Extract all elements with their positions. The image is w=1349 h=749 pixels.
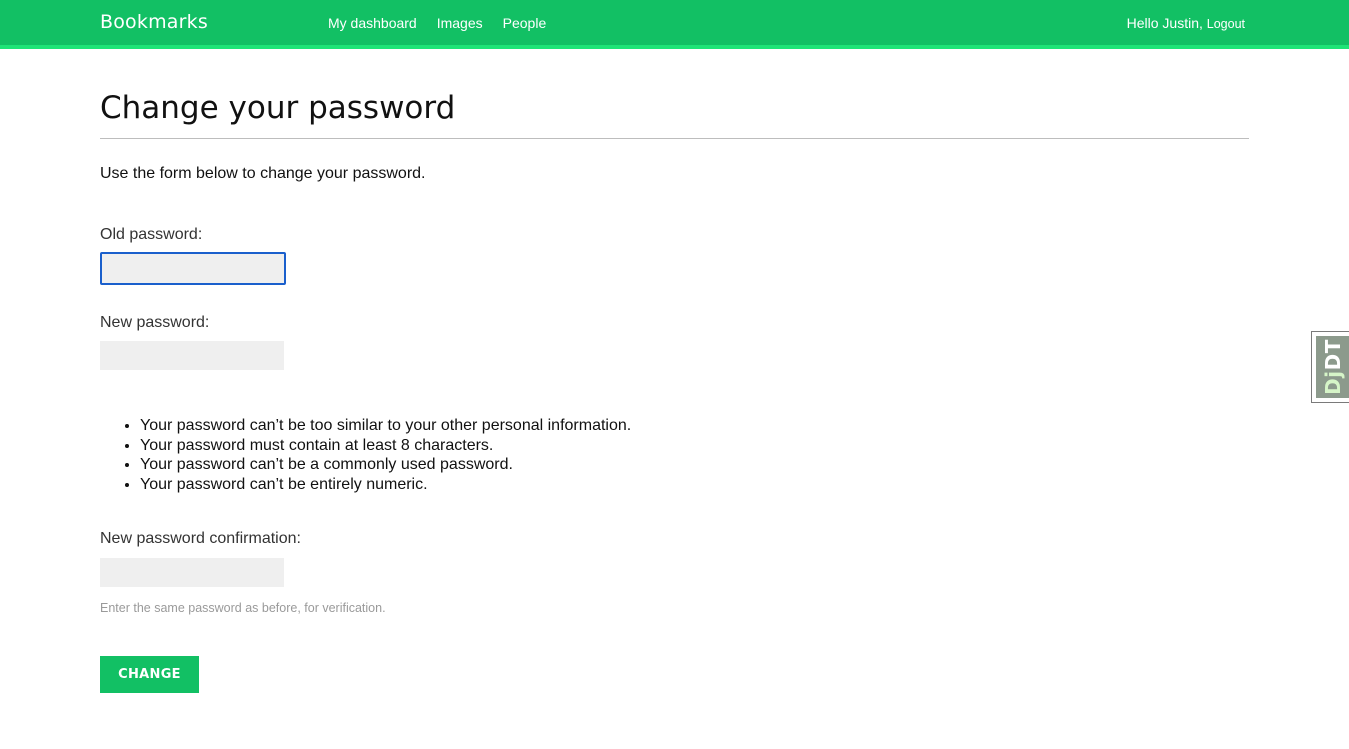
nav-people[interactable]: People [503, 15, 547, 31]
debug-toolbar-handle[interactable]: DjDT [1311, 331, 1349, 403]
confirmation-hint: Enter the same password as before, for v… [100, 601, 386, 615]
help-item: Your password can’t be too similar to yo… [140, 416, 800, 436]
nav-images[interactable]: Images [437, 15, 483, 31]
djdt-handle-text: DjDT [1321, 339, 1345, 395]
user-greeting: Hello Justin, [1126, 15, 1203, 31]
help-item: Your password can’t be entirely numeric. [140, 475, 800, 495]
help-item: Your password must contain at least 8 ch… [140, 436, 800, 456]
new-password-field[interactable] [100, 341, 284, 370]
intro-text: Use the form below to change your passwo… [100, 165, 426, 182]
user-menu: Hello Justin, Logout [1127, 15, 1245, 31]
site-logo[interactable]: Bookmarks [100, 11, 208, 33]
logout-link[interactable]: Logout [1207, 17, 1245, 31]
main-content: Change your password Use the form below … [100, 90, 1249, 693]
old-password-label: Old password: [100, 226, 203, 243]
page-title: Change your password [100, 90, 1249, 139]
djdt-icon: DjDT [1316, 336, 1349, 398]
new-password-label: New password: [100, 314, 210, 331]
old-password-field[interactable] [100, 252, 286, 285]
help-item: Your password can’t be a commonly used p… [140, 455, 800, 475]
top-bar: Bookmarks My dashboard Images People Hel… [0, 0, 1349, 49]
password-help-list: Your password can’t be too similar to yo… [100, 416, 800, 494]
new-password-confirmation-label: New password confirmation: [100, 530, 301, 547]
change-button[interactable]: CHANGE [100, 656, 199, 693]
main-nav: My dashboard Images People [328, 15, 546, 31]
new-password-confirmation-field[interactable] [100, 558, 284, 587]
nav-my-dashboard[interactable]: My dashboard [328, 15, 417, 31]
